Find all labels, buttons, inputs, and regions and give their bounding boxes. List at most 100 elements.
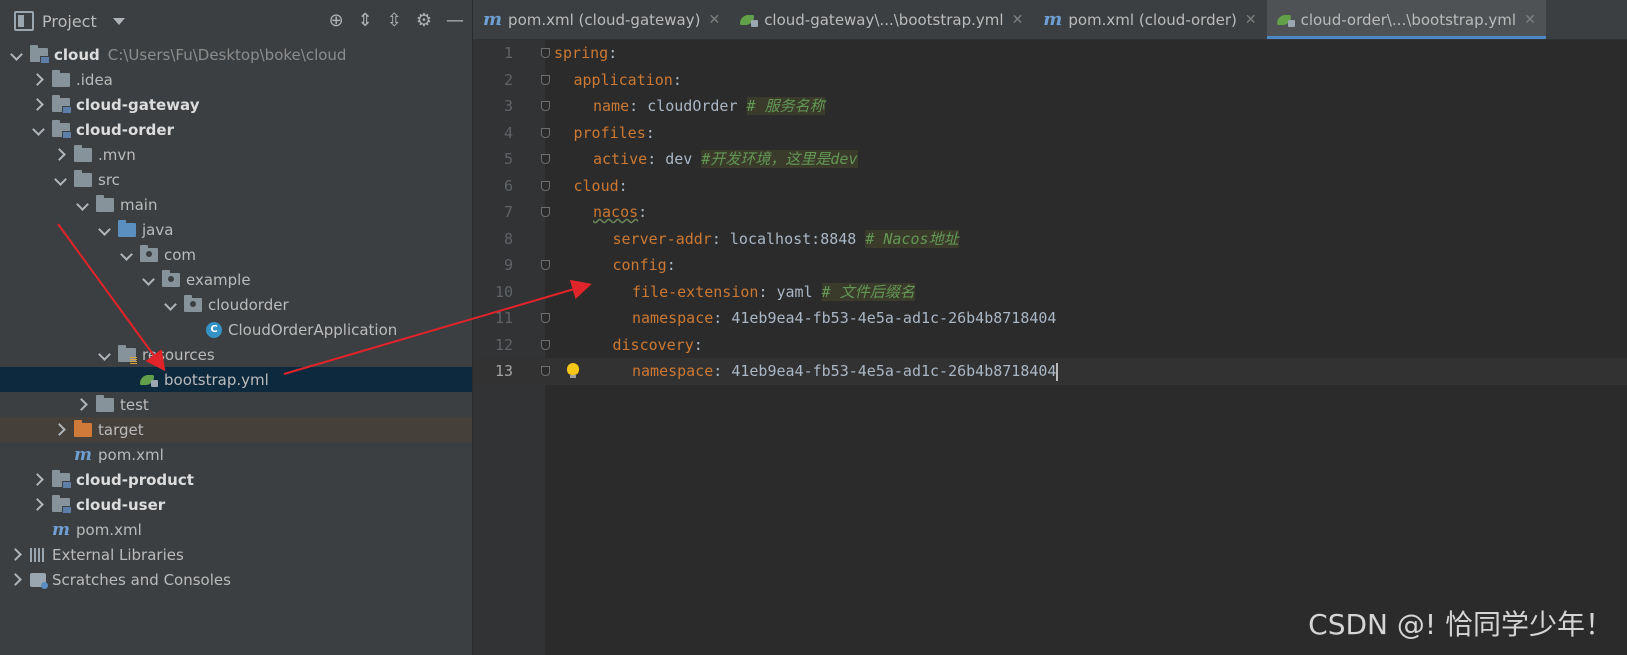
tree-item[interactable]: cloud-gateway bbox=[0, 92, 472, 117]
code-line[interactable]: 5 active: dev #开发环境，这里是dev bbox=[473, 146, 1627, 173]
module-folder-icon bbox=[52, 494, 72, 514]
yaml-separator: : bbox=[758, 282, 777, 301]
editor-tab[interactable]: cloud-gateway\...\bootstrap.yml ✕ bbox=[730, 0, 1033, 39]
tree-item[interactable]: src bbox=[0, 167, 472, 192]
project-panel-header: Project ⊕ ⇕ ⇳ ⚙ — bbox=[0, 0, 472, 42]
code-line[interactable]: 8 server-addr: localhost:8848 # Nacos地址 bbox=[473, 226, 1627, 253]
code-line[interactable]: 13 namespace: 41eb9ea4-fb53-4e5a-ad1c-26b… bbox=[473, 358, 1627, 385]
chevron-right-icon[interactable] bbox=[32, 73, 44, 87]
tree-item[interactable]: .idea bbox=[0, 67, 472, 92]
fold-marker-icon[interactable] bbox=[541, 101, 550, 111]
chevron-down-icon[interactable] bbox=[98, 348, 110, 362]
lightbulb-icon[interactable] bbox=[567, 363, 579, 378]
tree-item[interactable]: target bbox=[0, 417, 472, 442]
chevron-right-icon[interactable] bbox=[32, 473, 44, 487]
chevron-down-icon[interactable] bbox=[10, 48, 22, 62]
code-line[interactable]: 4 profiles: bbox=[473, 120, 1627, 147]
tree-item[interactable]: .mvn bbox=[0, 142, 472, 167]
tree-item[interactable]: External Libraries bbox=[0, 542, 472, 567]
fold-marker-icon[interactable] bbox=[541, 74, 550, 85]
code-content: spring: bbox=[554, 40, 617, 67]
code-line[interactable]: 1 spring: bbox=[473, 40, 1627, 67]
tree-item[interactable]: cloudorder bbox=[0, 292, 472, 317]
tree-item[interactable]: cloud-user bbox=[0, 492, 472, 517]
yaml-separator: : bbox=[608, 44, 618, 62]
chevron-right-icon[interactable] bbox=[76, 398, 88, 412]
maven-icon: m bbox=[483, 9, 503, 30]
chevron-right-icon[interactable] bbox=[32, 498, 44, 512]
tree-item[interactable]: resources bbox=[0, 342, 472, 367]
editor-tab[interactable]: cloud-order\...\bootstrap.yml ✕ bbox=[1266, 0, 1547, 39]
tree-item[interactable]: cloud-order bbox=[0, 117, 472, 142]
tree-item[interactable]: test bbox=[0, 392, 472, 417]
gear-icon[interactable]: ⚙ bbox=[416, 12, 432, 30]
fold-marker-icon[interactable] bbox=[541, 366, 550, 376]
tree-item[interactable]: com bbox=[0, 242, 472, 267]
editor-tab[interactable]: m pom.xml (cloud-gateway) ✕ bbox=[473, 0, 730, 39]
crosshair-icon[interactable]: ⊕ bbox=[329, 12, 344, 30]
tree-item[interactable]: Scratches and Consoles bbox=[0, 567, 472, 592]
chevron-down-icon[interactable] bbox=[54, 173, 66, 187]
tree-item[interactable]: example bbox=[0, 267, 472, 292]
expand-all-icon[interactable]: ⇕ bbox=[358, 12, 373, 30]
chevron-down-icon[interactable] bbox=[112, 17, 125, 25]
project-title[interactable]: Project bbox=[42, 12, 97, 31]
code-line[interactable]: 10 file-extension: yaml # 文件后缀名 bbox=[473, 279, 1627, 306]
tree-item[interactable]: m pom.xml bbox=[0, 517, 472, 542]
text-caret bbox=[1056, 362, 1059, 381]
code-line[interactable]: 6 cloud: bbox=[473, 173, 1627, 200]
fold-marker-icon[interactable] bbox=[541, 339, 550, 350]
chevron-down-icon[interactable] bbox=[120, 248, 132, 262]
chevron-down-icon[interactable] bbox=[142, 273, 154, 287]
collapse-all-icon[interactable]: ⇳ bbox=[387, 12, 402, 30]
excluded-folder-icon bbox=[74, 419, 92, 437]
tree-item[interactable]: cloud-product bbox=[0, 467, 472, 492]
fold-marker-icon[interactable] bbox=[541, 260, 550, 270]
fold-marker-icon[interactable] bbox=[541, 127, 550, 138]
line-number: 4 bbox=[503, 123, 513, 142]
tree-item[interactable]: java bbox=[0, 217, 472, 242]
code-line[interactable]: 12 discovery: bbox=[473, 332, 1627, 359]
code-line[interactable]: 3 name: cloudOrder # 服务名称 bbox=[473, 93, 1627, 120]
tree-item[interactable]: C CloudOrderApplication bbox=[0, 317, 472, 342]
tab-label: cloud-gateway\...\bootstrap.yml bbox=[764, 10, 1004, 29]
project-panel: Project ⊕ ⇕ ⇳ ⚙ — cloud C:\Users\Fu\Deskt… bbox=[0, 0, 473, 655]
chevron-down-icon[interactable] bbox=[76, 198, 88, 212]
tree-item-label: java bbox=[142, 220, 174, 239]
project-view-icon[interactable] bbox=[14, 11, 34, 31]
chevron-right-icon[interactable] bbox=[10, 573, 22, 587]
line-number: 1 bbox=[503, 44, 513, 62]
chevron-right-icon[interactable] bbox=[10, 548, 22, 562]
chevron-down-icon[interactable] bbox=[98, 223, 110, 237]
code-line[interactable]: 7 nacos: bbox=[473, 199, 1627, 226]
code-line[interactable]: 2 application: bbox=[473, 67, 1627, 94]
close-icon[interactable]: ✕ bbox=[1524, 12, 1536, 28]
tree-item[interactable]: bootstrap.yml bbox=[0, 367, 472, 392]
code-line[interactable]: 9 config: bbox=[473, 252, 1627, 279]
fold-marker-icon[interactable] bbox=[541, 207, 550, 217]
chevron-right-icon[interactable] bbox=[54, 148, 66, 162]
yaml-separator: : bbox=[618, 176, 628, 195]
fold-marker-icon[interactable] bbox=[541, 180, 550, 191]
tree-item-label: Scratches and Consoles bbox=[52, 570, 231, 589]
editor-tab[interactable]: m pom.xml (cloud-order) ✕ bbox=[1033, 0, 1266, 39]
close-icon[interactable]: ✕ bbox=[708, 12, 720, 28]
minimize-icon[interactable]: — bbox=[446, 12, 464, 30]
line-number: 13 bbox=[494, 362, 513, 380]
close-icon[interactable]: ✕ bbox=[1245, 12, 1257, 28]
fold-marker-icon[interactable] bbox=[541, 48, 550, 58]
tree-item[interactable]: cloud C:\Users\Fu\Desktop\boke\cloud bbox=[0, 42, 472, 67]
code-area[interactable]: 1 spring: 2 application: 3 name: cloudOrder #… bbox=[473, 40, 1627, 655]
close-icon[interactable]: ✕ bbox=[1012, 12, 1024, 28]
chevron-down-icon[interactable] bbox=[164, 298, 176, 312]
chevron-down-icon[interactable] bbox=[32, 123, 44, 137]
yaml-separator: : bbox=[711, 229, 730, 248]
chevron-right-icon[interactable] bbox=[54, 423, 66, 437]
chevron-right-icon[interactable] bbox=[32, 98, 44, 112]
tree-item[interactable]: main bbox=[0, 192, 472, 217]
tree-item[interactable]: m pom.xml bbox=[0, 442, 472, 467]
source-folder-icon bbox=[118, 219, 136, 237]
code-line[interactable]: 11 namespace: 41eb9ea4-fb53-4e5a-ad1c-26b… bbox=[473, 305, 1627, 332]
fold-marker-icon[interactable] bbox=[541, 154, 550, 164]
fold-marker-icon[interactable] bbox=[541, 313, 550, 323]
